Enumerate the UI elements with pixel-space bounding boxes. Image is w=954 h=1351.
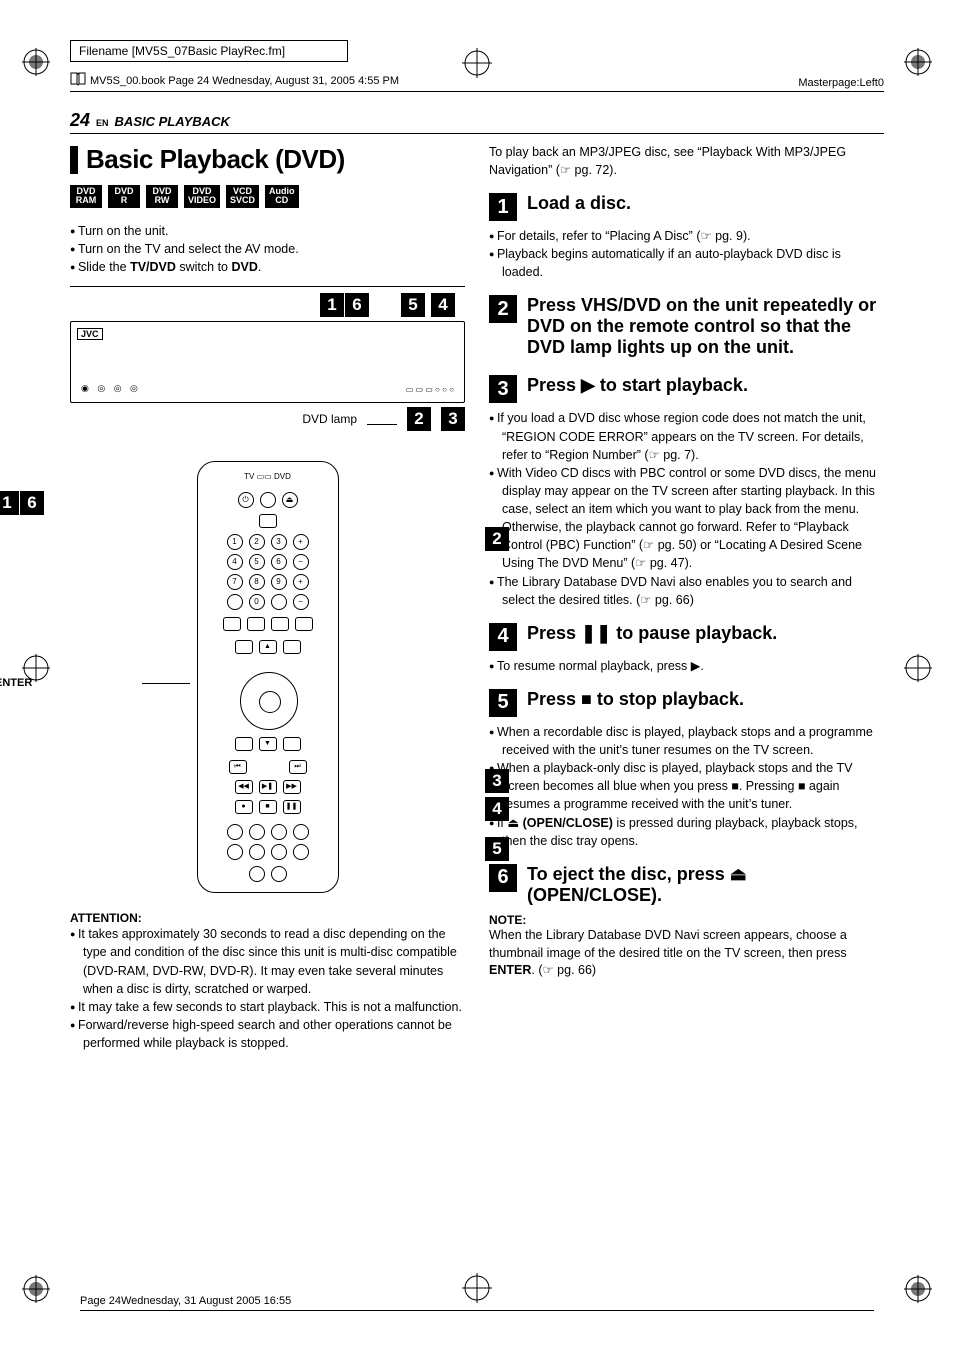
remote-illustration: TV ▭▭ DVD ⏻⏏ 123+ 456− 789+ 0− ▲ ▼ ⏮⏭ ◀◀…: [197, 461, 339, 893]
cropmark-br: [904, 1275, 932, 1303]
callout-4: 4: [431, 293, 455, 317]
step-5: 5 Press ■ to stop playback.: [489, 689, 884, 717]
callout-3: 3: [441, 407, 465, 431]
badge-dvd-video: DVDVIDEO: [184, 185, 220, 208]
intro-item: Slide the TV/DVD switch to DVD.: [70, 258, 465, 276]
regmark-bottom: [462, 1273, 492, 1303]
step-4-body: To resume normal playback, press ▶.: [489, 657, 884, 675]
step-title-1: Load a disc.: [527, 193, 631, 214]
remote-figure: 1 6 ENTER TV ▭▭ DVD ⏻⏏ 123+ 456− 789+ 0−…: [70, 461, 465, 893]
step-title-4: Press ❚❚ to pause playback.: [527, 623, 777, 644]
left-column: Basic Playback (DVD) DVDRAM DVDR DVDRW D…: [70, 144, 465, 1052]
step-1: 1 Load a disc.: [489, 193, 884, 221]
step-num-3: 3: [489, 375, 517, 403]
step-2: 2 Press VHS/DVD on the unit repeatedly o…: [489, 295, 884, 357]
attention-item: It may take a few seconds to start playb…: [70, 998, 465, 1016]
intro-item: Turn on the unit.: [70, 222, 465, 240]
remote-callout-5: 5: [485, 837, 509, 861]
regmark-top: [462, 48, 492, 78]
attention-item: It takes approximately 30 seconds to rea…: [70, 925, 465, 998]
attention-item: Forward/reverse high-speed search and ot…: [70, 1016, 465, 1052]
main-title: Basic Playback (DVD): [86, 144, 345, 175]
step-num-1: 1: [489, 193, 517, 221]
badge-dvd-ram: DVDRAM: [70, 185, 102, 208]
step-5-body: When a recordable disc is played, playba…: [489, 723, 884, 759]
device-figure: 1 6 5 4 JVC ◉ ◎ ◎ ◎ ▭ ▭ ▭ ○ ○ ○ DVD lamp…: [70, 321, 465, 431]
step-title-2: Press VHS/DVD on the unit repeatedly or …: [527, 295, 884, 357]
badge-vcd-svcd: VCDSVCD: [226, 185, 259, 208]
step-5-body: When a playback-only disc is played, pla…: [489, 759, 884, 813]
step-num-6: 6: [489, 864, 517, 892]
footer-text: Page 24Wednesday, 31 August 2005 16:55: [80, 1295, 291, 1307]
cropmark-bl: [22, 1275, 50, 1303]
page-section: BASIC PLAYBACK: [115, 114, 230, 129]
attention-heading: ATTENTION:: [70, 911, 465, 925]
disc-badges: DVDRAM DVDR DVDRW DVDVIDEO VCDSVCD Audio…: [70, 185, 465, 208]
cropmark-mr: [904, 654, 932, 682]
step-num-2: 2: [489, 295, 517, 323]
step-3-body: If you load a DVD disc whose region code…: [489, 409, 884, 463]
note-heading: NOTE:: [489, 913, 884, 927]
filename-box: Filename [MV5S_07Basic PlayRec.fm]: [70, 40, 348, 62]
remote-dpad: [240, 672, 298, 730]
note-body: When the Library Database DVD Navi scree…: [489, 927, 884, 980]
book-icon: [70, 72, 86, 89]
page-lang: EN: [96, 118, 109, 128]
jvc-logo: JVC: [77, 328, 103, 340]
attention-block: ATTENTION: It takes approximately 30 sec…: [70, 911, 465, 1052]
badge-dvd-r: DVDR: [108, 185, 140, 208]
remote-callout-2: 2: [485, 527, 509, 551]
step-num-5: 5: [489, 689, 517, 717]
step-3-body: With Video CD discs with PBC control or …: [489, 464, 884, 573]
intro-item: Turn on the TV and select the AV mode.: [70, 240, 465, 258]
right-intro: To play back an MP3/JPEG disc, see “Play…: [489, 144, 884, 179]
book-line: MV5S_00.book Page 24 Wednesday, August 3…: [90, 75, 399, 87]
badge-audio-cd: AudioCD: [265, 185, 299, 208]
title-bar: [70, 146, 78, 174]
step-title-5: Press ■ to stop playback.: [527, 689, 744, 710]
cropmark-tl: [22, 48, 50, 76]
remote-callout-1-6: 1 6: [0, 491, 44, 515]
step-1-body: Playback begins automatically if an auto…: [489, 245, 884, 281]
step-3: 3 Press ▶ to start playback.: [489, 375, 884, 403]
step-title-3: Press ▶ to start playback.: [527, 375, 748, 396]
callout-1-6: 1 6: [320, 293, 369, 317]
intro-list: Turn on the unit. Turn on the TV and sel…: [70, 222, 465, 287]
callout-5: 5: [401, 293, 425, 317]
right-column: To play back an MP3/JPEG disc, see “Play…: [489, 144, 884, 1052]
page-header: 24 EN BASIC PLAYBACK: [70, 110, 884, 134]
footer-rule: [80, 1310, 874, 1311]
cropmark-tr: [904, 48, 932, 76]
masterpage-label: Masterpage:Left0: [798, 77, 884, 89]
step-3-body: The Library Database DVD Navi also enabl…: [489, 573, 884, 609]
device-illustration: JVC ◉ ◎ ◎ ◎ ▭ ▭ ▭ ○ ○ ○: [70, 321, 465, 403]
step-4: 4 Press ❚❚ to pause playback.: [489, 623, 884, 651]
callout-2: 2: [407, 407, 431, 431]
step-1-body: For details, refer to “Placing A Disc” (…: [489, 227, 884, 245]
step-title-6: To eject the disc, press ⏏ (OPEN/CLOSE).: [527, 864, 884, 905]
step-num-4: 4: [489, 623, 517, 651]
step-5-body: If ⏏ (OPEN/CLOSE) is pressed during play…: [489, 814, 884, 850]
device-jacks: ◉ ◎ ◎ ◎: [81, 383, 141, 394]
device-controls: ▭ ▭ ▭ ○ ○ ○: [406, 385, 454, 394]
dvd-lamp-label: DVD lamp: [302, 412, 357, 426]
badge-dvd-rw: DVDRW: [146, 185, 178, 208]
page-number: 24: [70, 110, 90, 131]
remote-enter-label: ENTER: [0, 677, 32, 689]
step-6: 6 To eject the disc, press ⏏ (OPEN/CLOSE…: [489, 864, 884, 905]
